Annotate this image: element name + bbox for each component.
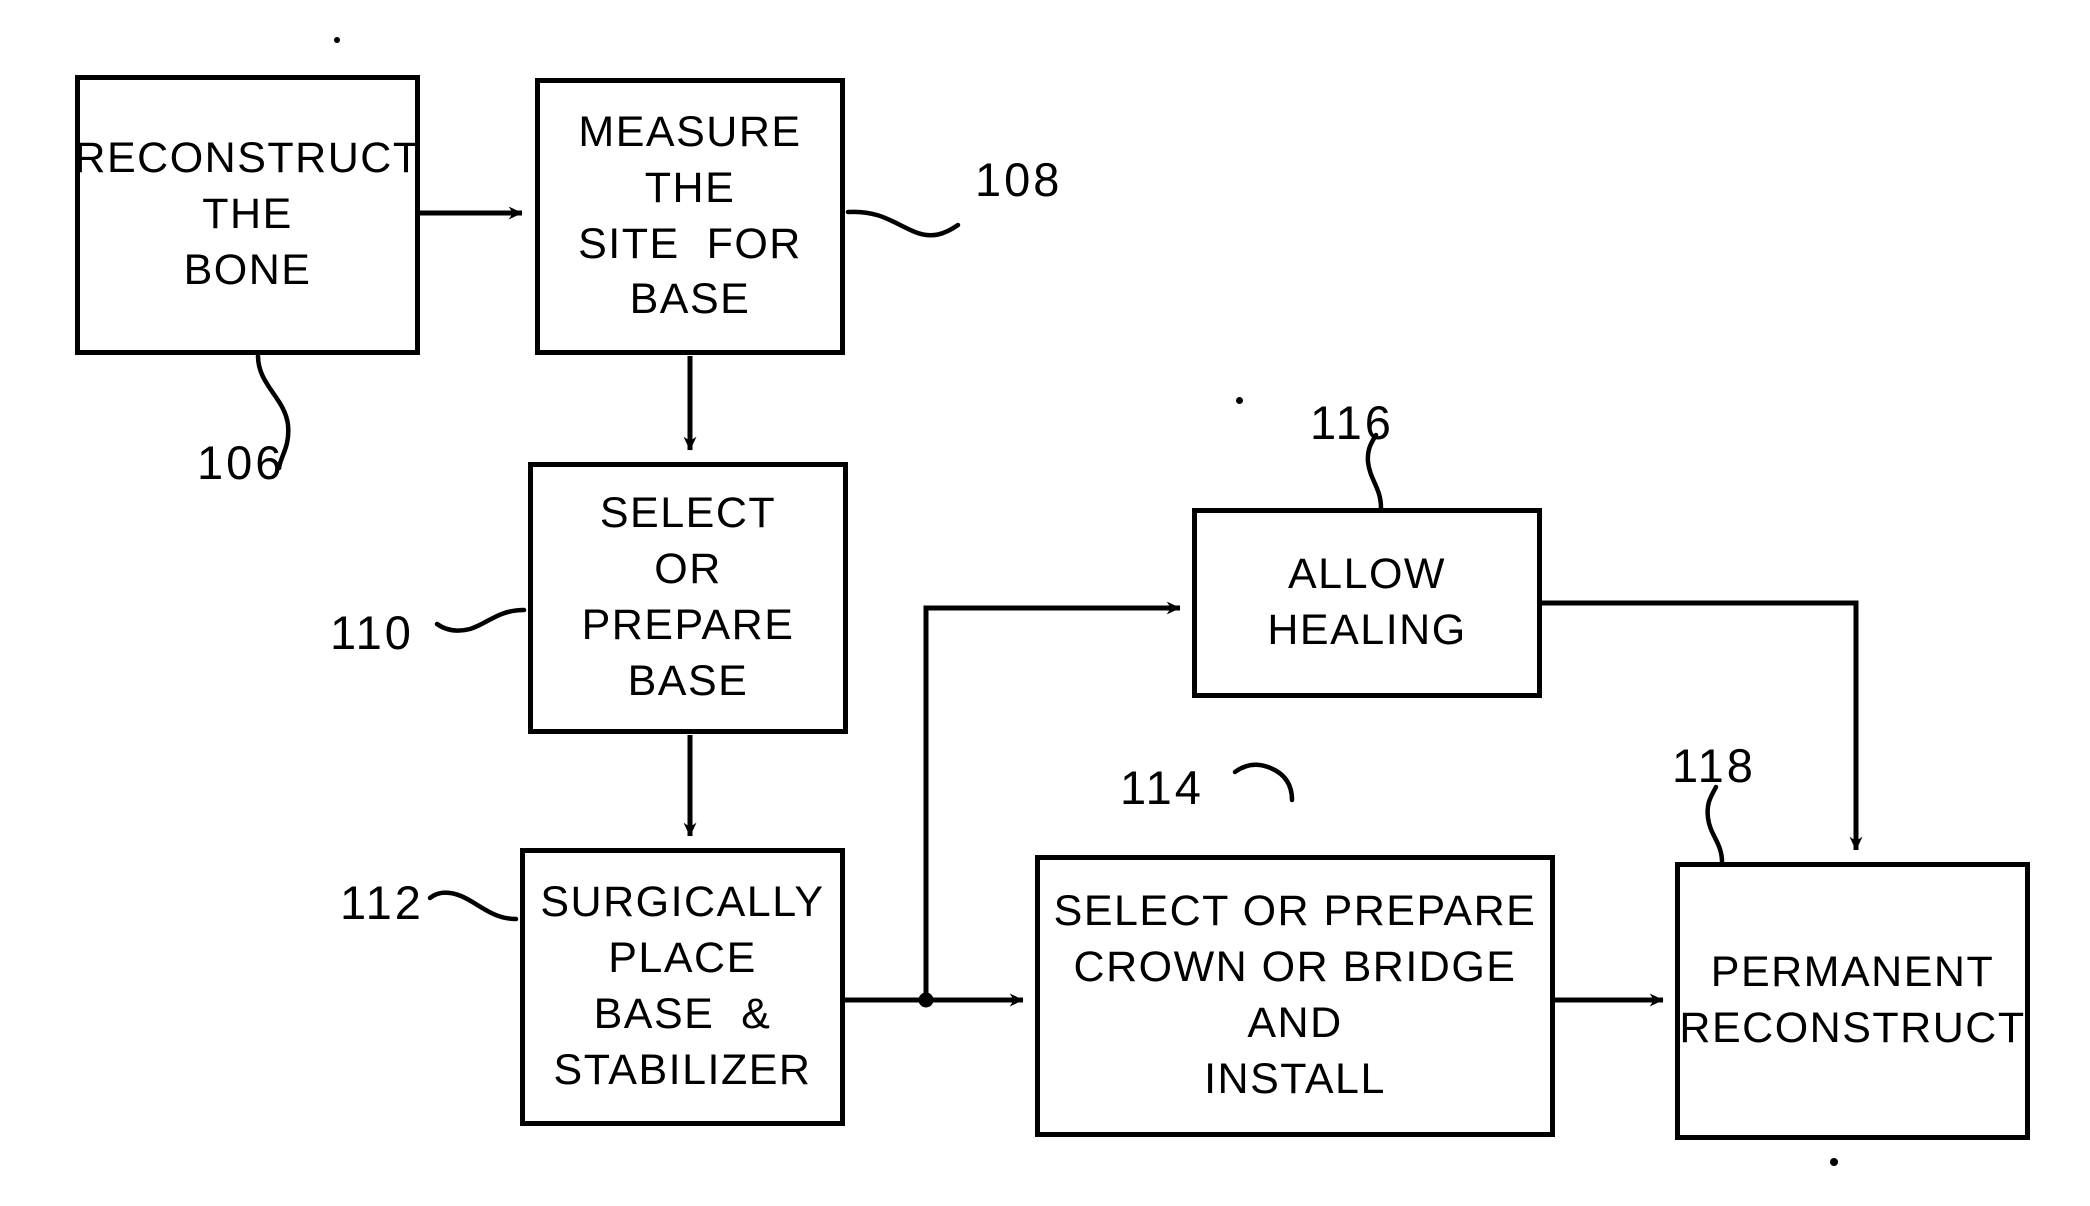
box-line: BONE bbox=[183, 245, 312, 294]
leader-line-108 bbox=[845, 209, 961, 238]
box-line: THE bbox=[202, 190, 293, 239]
leader-line-110 bbox=[434, 607, 527, 633]
process-box-permanent-reconstruct[interactable]: PERMANENT RECONSTRUCT bbox=[1675, 862, 2030, 1140]
process-box-reconstruct-bone[interactable]: RECONSTRUCT THE BONE bbox=[74, 75, 421, 355]
reference-numeral-106: 106 bbox=[197, 436, 285, 489]
process-box-select-prepare-base[interactable]: SELECT OR PREPARE BASE bbox=[528, 462, 848, 734]
box-line: AND bbox=[1247, 999, 1343, 1047]
reference-numeral-110: 110 bbox=[330, 606, 414, 659]
box-line: BASE & bbox=[593, 990, 772, 1038]
box-line: HEALING bbox=[1267, 606, 1467, 654]
box-line: THE bbox=[644, 163, 736, 212]
box-line: PREPARE bbox=[581, 601, 795, 649]
box-line: BASE bbox=[629, 275, 751, 324]
branch-junction-dot bbox=[918, 992, 934, 1008]
reference-numeral-116: 116 bbox=[1310, 396, 1394, 449]
flowchart-canvas: RECONSTRUCT THE BONE MEASURE THE SITE FO… bbox=[0, 0, 2090, 1206]
leader-line-118 bbox=[1705, 784, 1725, 865]
reference-numeral-108: 108 bbox=[975, 153, 1063, 206]
process-box-allow-healing[interactable]: ALLOW HEALING bbox=[1192, 508, 1542, 698]
box-line: INSTALL bbox=[1204, 1054, 1386, 1103]
reference-numeral-112: 112 bbox=[340, 876, 424, 929]
box-line: SELECT bbox=[599, 489, 777, 538]
box-line: MEASURE bbox=[578, 107, 802, 156]
leader-line-114 bbox=[1232, 762, 1295, 803]
box-line: STABILIZER bbox=[553, 1045, 812, 1094]
box-line: SELECT OR PREPARE bbox=[1053, 887, 1537, 936]
reference-numeral-114: 114 bbox=[1120, 761, 1204, 814]
process-box-measure-site[interactable]: MEASURE THE SITE FOR BASE bbox=[535, 78, 845, 355]
box-line: PLACE bbox=[608, 934, 757, 983]
box-line: OR bbox=[654, 545, 722, 594]
box-line: PERMANENT bbox=[1710, 948, 1995, 997]
box-line: RECONSTRUCT bbox=[74, 134, 421, 183]
box-line: SITE FOR bbox=[578, 219, 802, 268]
box-line: RECONSTRUCT bbox=[1679, 1004, 2026, 1052]
box-line: BASE bbox=[627, 656, 749, 705]
box-line: SURGICALLY bbox=[540, 878, 825, 927]
leader-line-112 bbox=[427, 890, 519, 922]
process-box-surgically-place-base[interactable]: SURGICALLY PLACE BASE & STABILIZER bbox=[520, 848, 845, 1126]
scan-speck bbox=[1830, 1158, 1838, 1166]
box-line: CROWN OR BRIDGE bbox=[1073, 943, 1517, 992]
connector-allow-healing-to-permanent bbox=[1542, 600, 1863, 851]
scan-speck bbox=[334, 37, 340, 43]
box-line: ALLOW bbox=[1287, 550, 1447, 599]
scan-speck bbox=[1236, 397, 1243, 404]
reference-numeral-118: 118 bbox=[1672, 739, 1756, 792]
process-box-select-prepare-crown[interactable]: SELECT OR PREPARE CROWN OR BRIDGE AND IN… bbox=[1035, 855, 1555, 1137]
